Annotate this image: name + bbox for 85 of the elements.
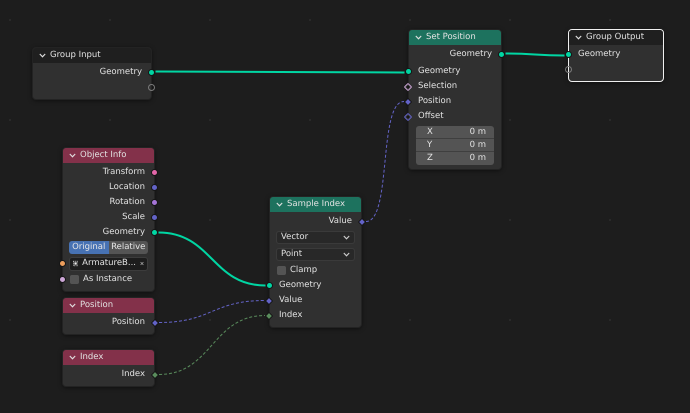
socket-handle[interactable] bbox=[358, 217, 366, 226]
axis-label: Y bbox=[427, 138, 432, 152]
dropdown-value: Point bbox=[281, 248, 302, 261]
socket-label: Index bbox=[122, 368, 145, 381]
socket-handle[interactable] bbox=[151, 184, 158, 191]
dropdown[interactable]: Point bbox=[276, 248, 355, 261]
socket-label: Value bbox=[328, 215, 352, 228]
socket-handle[interactable] bbox=[404, 82, 412, 91]
socket-handle[interactable] bbox=[59, 276, 66, 283]
socket-handle[interactable] bbox=[264, 311, 274, 320]
object-name: ArmatureB... bbox=[82, 257, 136, 270]
axis-value: 0 m bbox=[470, 138, 486, 152]
socket-handle[interactable] bbox=[565, 51, 572, 58]
socket-handle[interactable] bbox=[150, 318, 160, 327]
socket-handle[interactable] bbox=[498, 51, 505, 58]
socket-label: Position bbox=[418, 95, 452, 108]
socket-label: Geometry bbox=[418, 65, 460, 78]
caret-icon[interactable] bbox=[69, 153, 76, 158]
axis-label: X bbox=[427, 126, 433, 138]
socket-handle[interactable] bbox=[405, 68, 412, 75]
caret-icon[interactable] bbox=[69, 303, 76, 308]
socket-label: Geometry bbox=[102, 226, 145, 239]
caret-icon[interactable] bbox=[39, 53, 46, 58]
checkbox-label: As Instance bbox=[83, 273, 132, 286]
node-header[interactable]: Group Input bbox=[33, 48, 151, 63]
vector-field[interactable]: X 0 m Y 0 m Z 0 m bbox=[416, 126, 494, 165]
socket-handle[interactable] bbox=[266, 282, 273, 289]
socket-handle[interactable] bbox=[264, 296, 274, 305]
socket-label: Geometry bbox=[279, 279, 322, 292]
socket-handle[interactable] bbox=[150, 370, 160, 379]
close-icon[interactable] bbox=[140, 260, 144, 267]
socket-handle[interactable] bbox=[404, 112, 412, 121]
dropdown-value: Vector bbox=[281, 231, 308, 244]
axis-value: 0 m bbox=[470, 152, 486, 165]
node-title: Position bbox=[80, 299, 114, 312]
axis-label: Z bbox=[427, 152, 433, 165]
socket-handle[interactable] bbox=[565, 66, 572, 73]
node-header[interactable]: Position bbox=[63, 298, 154, 313]
node-header[interactable]: Object Info bbox=[63, 148, 154, 163]
object-field[interactable]: ArmatureB... bbox=[69, 256, 148, 270]
socket-handle[interactable] bbox=[404, 97, 412, 106]
node-header[interactable]: Sample Index bbox=[270, 197, 361, 212]
node-header[interactable]: Group Output bbox=[569, 30, 663, 45]
socket-label: Geometry bbox=[100, 66, 142, 79]
socket-handle[interactable] bbox=[151, 169, 158, 176]
node-header[interactable]: Set Position bbox=[409, 30, 501, 45]
node-title: Index bbox=[80, 351, 104, 364]
node-title: Group Output bbox=[586, 31, 644, 44]
socket-handle[interactable] bbox=[59, 260, 66, 267]
socket-label: Geometry bbox=[450, 48, 492, 61]
socket-label: Position bbox=[112, 316, 145, 329]
socket-handle[interactable] bbox=[148, 84, 155, 91]
checkbox[interactable] bbox=[277, 266, 286, 275]
socket-label: Scale bbox=[122, 211, 145, 224]
object-icon bbox=[73, 259, 78, 268]
dropdown[interactable]: Vector bbox=[276, 231, 355, 244]
caret-icon[interactable] bbox=[343, 235, 350, 240]
socket-label: Value bbox=[279, 294, 302, 307]
socket-label: Transform bbox=[102, 166, 145, 179]
caret-icon[interactable] bbox=[69, 355, 76, 360]
toggle-button[interactable]: Relative bbox=[108, 241, 148, 254]
checkbox-label: Clamp bbox=[290, 264, 318, 277]
selected-node-card[interactable]: Group Output Geometry bbox=[568, 29, 664, 82]
socket-handle[interactable] bbox=[151, 229, 158, 236]
axis-value: 0 m bbox=[470, 126, 486, 138]
node-card[interactable]: Object Info Transform Location Rotation Scale Geometry Original Relative ArmatureB... As Instance bbox=[62, 147, 155, 292]
node-title: Sample Index bbox=[287, 198, 345, 211]
socket-label: Geometry bbox=[578, 48, 620, 61]
node-title: Group Input bbox=[50, 49, 101, 62]
socket-handle[interactable] bbox=[148, 69, 155, 76]
toggle-button[interactable]: Original bbox=[69, 241, 108, 254]
node-title: Set Position bbox=[426, 31, 476, 44]
socket-label: Rotation bbox=[109, 196, 145, 209]
caret-icon[interactable] bbox=[343, 252, 350, 257]
node-header[interactable]: Index bbox=[63, 350, 154, 365]
socket-label: Location bbox=[109, 181, 145, 194]
caret-icon[interactable] bbox=[575, 35, 582, 40]
socket-label: Index bbox=[279, 309, 302, 322]
socket-handle[interactable] bbox=[151, 214, 158, 221]
node-card[interactable]: Group Input Geometry bbox=[32, 47, 152, 100]
socket-label: Selection bbox=[418, 80, 458, 93]
socket-label: Offset bbox=[418, 110, 444, 123]
checkbox[interactable] bbox=[70, 275, 79, 284]
socket-handle[interactable] bbox=[151, 199, 158, 206]
node-title: Object Info bbox=[80, 149, 126, 162]
